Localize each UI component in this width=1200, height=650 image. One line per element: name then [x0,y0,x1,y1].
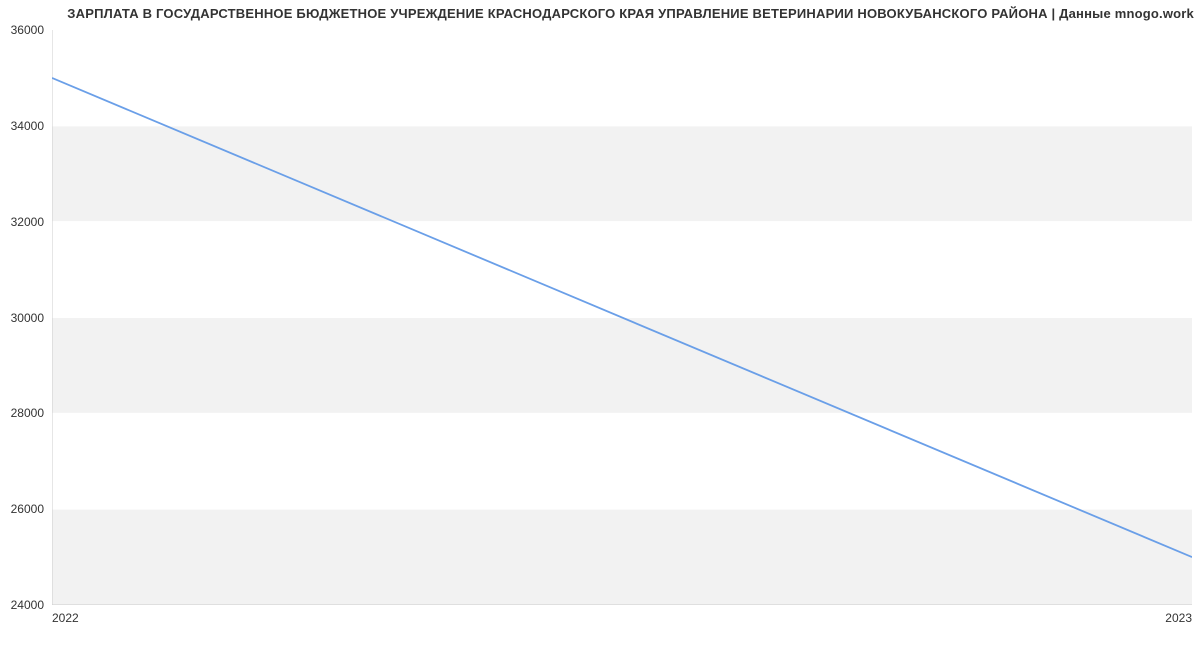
y-tick-label: 24000 [11,598,44,612]
x-tick-label: 2023 [1165,611,1192,625]
grid-band [52,222,1192,318]
grid-band [52,318,1192,414]
grid-band [52,509,1192,605]
grid-band [52,30,1192,126]
y-tick-label: 32000 [11,215,44,229]
grid-band [52,413,1192,509]
chart-svg [52,30,1192,605]
chart-container: 2400026000280003000032000340003600020222… [52,30,1192,605]
y-tick-label: 34000 [11,119,44,133]
y-tick-label: 26000 [11,502,44,516]
y-tick-label: 28000 [11,406,44,420]
chart-title: ЗАРПЛАТА В ГОСУДАРСТВЕННОЕ БЮДЖЕТНОЕ УЧР… [0,6,1194,21]
x-tick-label: 2022 [52,611,79,625]
y-tick-label: 36000 [11,23,44,37]
grid-band [52,126,1192,222]
plot-area: 2400026000280003000032000340003600020222… [52,30,1192,605]
y-tick-label: 30000 [11,311,44,325]
